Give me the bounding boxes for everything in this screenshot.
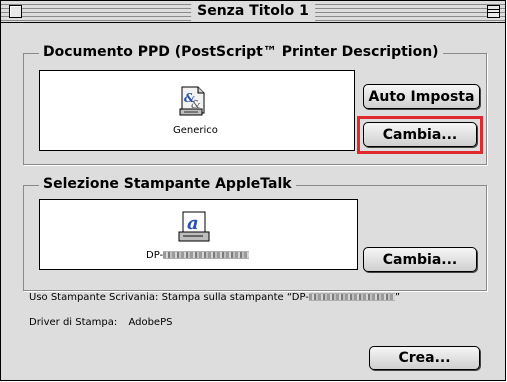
change-button-highlight bbox=[357, 116, 483, 154]
create-button[interactable]: Crea... bbox=[369, 346, 480, 370]
title-bar[interactable]: Senza Titolo 1 bbox=[1, 1, 505, 23]
ppd-file-icon: & & bbox=[176, 85, 208, 121]
redacted-printer-name bbox=[163, 251, 250, 259]
window-title: Senza Titolo 1 bbox=[191, 2, 315, 21]
printer-change-button[interactable]: Cambia... bbox=[363, 247, 477, 272]
printer-name-text: DP- bbox=[146, 250, 164, 261]
driver-label: Driver di Stampa: bbox=[29, 317, 118, 328]
printer-group-title: Selezione Stampante AppleTalk bbox=[39, 176, 296, 192]
usage-text: Uso Stampante Scrivania: Stampa sulla st… bbox=[29, 292, 309, 303]
auto-imposta-button[interactable]: Auto Imposta bbox=[363, 84, 480, 109]
usage-suffix: ” bbox=[394, 292, 401, 303]
usage-info: Uso Stampante Scrivania: Stampa sulla st… bbox=[29, 292, 400, 303]
laserwriter-printer-icon: a bbox=[177, 210, 211, 248]
close-box-icon[interactable] bbox=[9, 5, 22, 18]
zoom-box-icon[interactable] bbox=[487, 5, 500, 18]
ppd-file-label: Generico bbox=[173, 125, 218, 136]
driver-value: AdobePS bbox=[128, 317, 173, 328]
ppd-group-title: Documento PPD (PostScript™ Printer Descr… bbox=[39, 44, 443, 60]
redacted-printer-name-2 bbox=[308, 293, 395, 301]
driver-info: Driver di Stampa: AdobePS bbox=[29, 317, 172, 328]
printer-setup-window: Senza Titolo 1 Documento PPD (PostScript… bbox=[0, 0, 506, 381]
printer-label: DP- bbox=[146, 250, 250, 261]
svg-text:a: a bbox=[187, 213, 199, 234]
